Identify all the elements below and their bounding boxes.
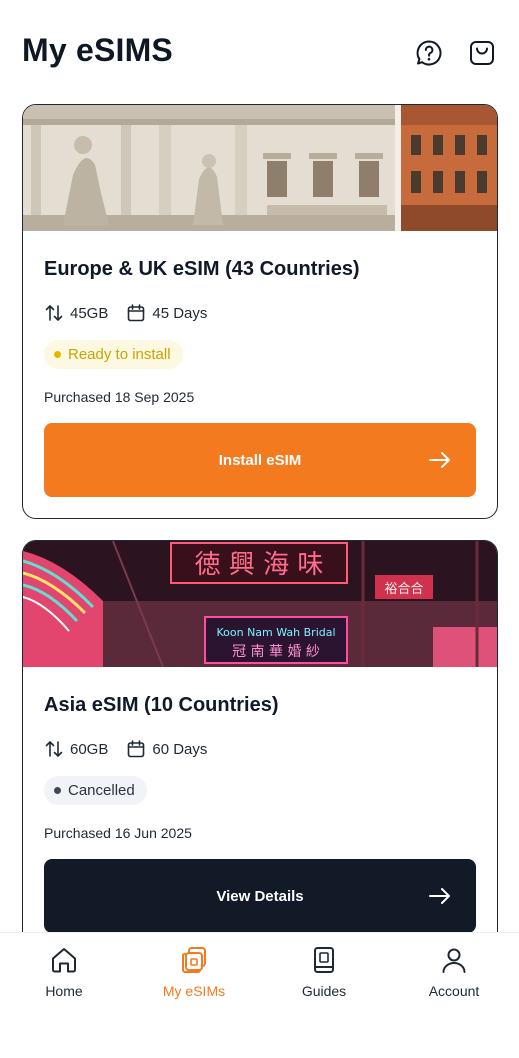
hero-image-rome [23, 105, 497, 231]
status-badge: Cancelled [44, 776, 147, 805]
data-value: 45GB [70, 304, 109, 322]
svg-text:徳 興 海 味: 徳 興 海 味 [195, 550, 324, 580]
tab-label: Home [45, 983, 83, 999]
status-label: Cancelled [68, 782, 135, 799]
validity: 60 Days [126, 739, 207, 759]
tab-label: Guides [301, 983, 347, 999]
view-details-button[interactable]: View Details [44, 859, 476, 933]
user-icon [442, 948, 466, 973]
svg-text:裕合合: 裕合合 [384, 582, 423, 597]
esim-card-asia[interactable]: 徳 興 海 味 Koon Nam Wah Bridal 冠 南 華 婚 紗 裕合… [22, 540, 498, 960]
esim-title: Asia eSIM (10 Countries) [44, 694, 279, 716]
purchase-date: Purchased 16 Jun 2025 [44, 825, 192, 841]
data-value: 60GB [70, 740, 109, 758]
data-allowance: 60GB [44, 739, 108, 759]
tab-label: Account [428, 983, 480, 999]
calendar-icon [128, 740, 145, 758]
button-label: View Details [216, 887, 304, 905]
help-circle-icon [416, 40, 442, 66]
bottom-nav: Home My eSIMs Guides Account [0, 932, 519, 1058]
status-badge: Ready to install [44, 340, 183, 369]
tab-my-esims[interactable]: My eSIMs [134, 945, 254, 999]
page-title: My eSIMS [22, 32, 173, 68]
install-esim-button[interactable]: Install eSIM [44, 423, 476, 497]
data-transfer-icon [45, 305, 63, 321]
duration-value: 45 Days [152, 304, 208, 322]
esim-specs: 45GB 45 Days [44, 303, 225, 323]
tab-home[interactable]: Home [4, 945, 124, 999]
calendar-icon [128, 304, 145, 322]
cart-button[interactable] [467, 38, 497, 68]
purchase-date: Purchased 18 Sep 2025 [44, 389, 195, 405]
button-label: Install eSIM [218, 451, 302, 469]
data-allowance: 45GB [44, 303, 108, 323]
arrow-right-icon [429, 888, 450, 904]
status-dot [54, 351, 61, 358]
esim-title: Europe & UK eSIM (43 Countries) [44, 258, 360, 280]
header: My eSIMS [0, 0, 519, 100]
svg-text:Koon Nam Wah Bridal: Koon Nam Wah Bridal [216, 626, 335, 639]
esim-specs: 60GB 60 Days [44, 739, 225, 759]
arrow-right-icon [429, 452, 450, 468]
status-label: Ready to install [68, 346, 171, 363]
duration-value: 60 Days [152, 740, 208, 758]
validity: 45 Days [126, 303, 207, 323]
home-icon [52, 948, 76, 973]
tab-account[interactable]: Account [394, 945, 514, 999]
esim-card-europe[interactable]: Europe & UK eSIM (43 Countries) 45GB 45 … [22, 104, 498, 519]
shopping-bag-icon [470, 41, 494, 65]
tab-label: My eSIMs [162, 983, 226, 999]
svg-text:冠 南 華 婚 紗: 冠 南 華 婚 紗 [232, 644, 320, 660]
guide-icon [314, 947, 334, 973]
hero-image-hongkong: 徳 興 海 味 Koon Nam Wah Bridal 冠 南 華 婚 紗 裕合… [23, 541, 497, 667]
status-dot [54, 787, 61, 794]
help-button[interactable] [414, 38, 444, 68]
esim-icon [182, 947, 206, 973]
data-transfer-icon [45, 741, 63, 757]
tab-guides[interactable]: Guides [264, 945, 384, 999]
